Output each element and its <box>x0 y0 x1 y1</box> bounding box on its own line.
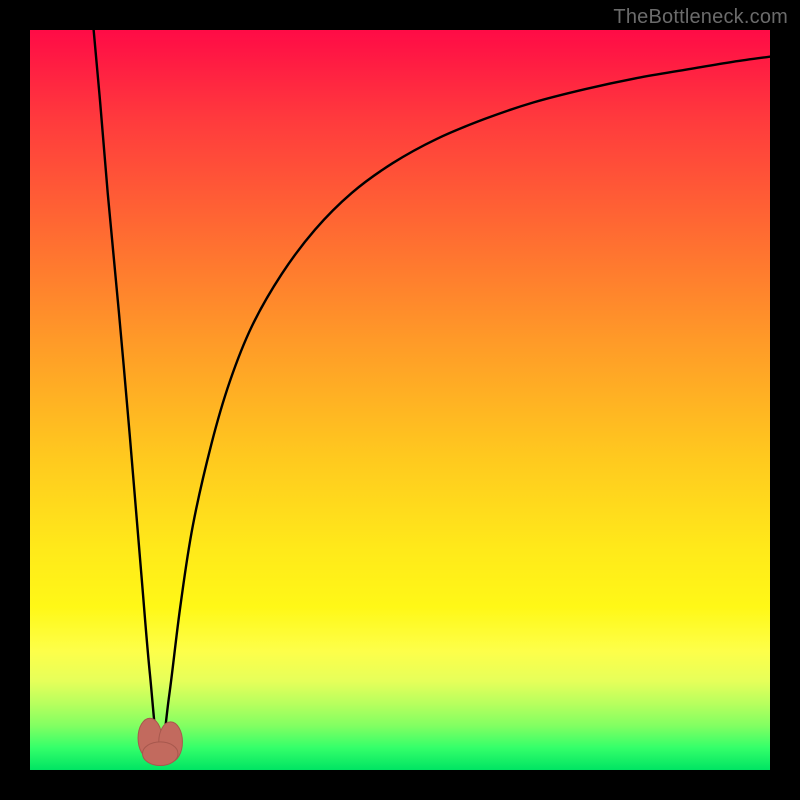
marker-layer <box>138 718 182 765</box>
min-marker-2 <box>142 742 178 766</box>
chart-svg <box>30 30 770 770</box>
chart-frame: TheBottleneck.com <box>0 0 800 800</box>
curve-layer <box>94 30 770 756</box>
bottleneck-curve <box>94 30 770 756</box>
plot-area <box>30 30 770 770</box>
watermark-text: TheBottleneck.com <box>613 6 788 29</box>
